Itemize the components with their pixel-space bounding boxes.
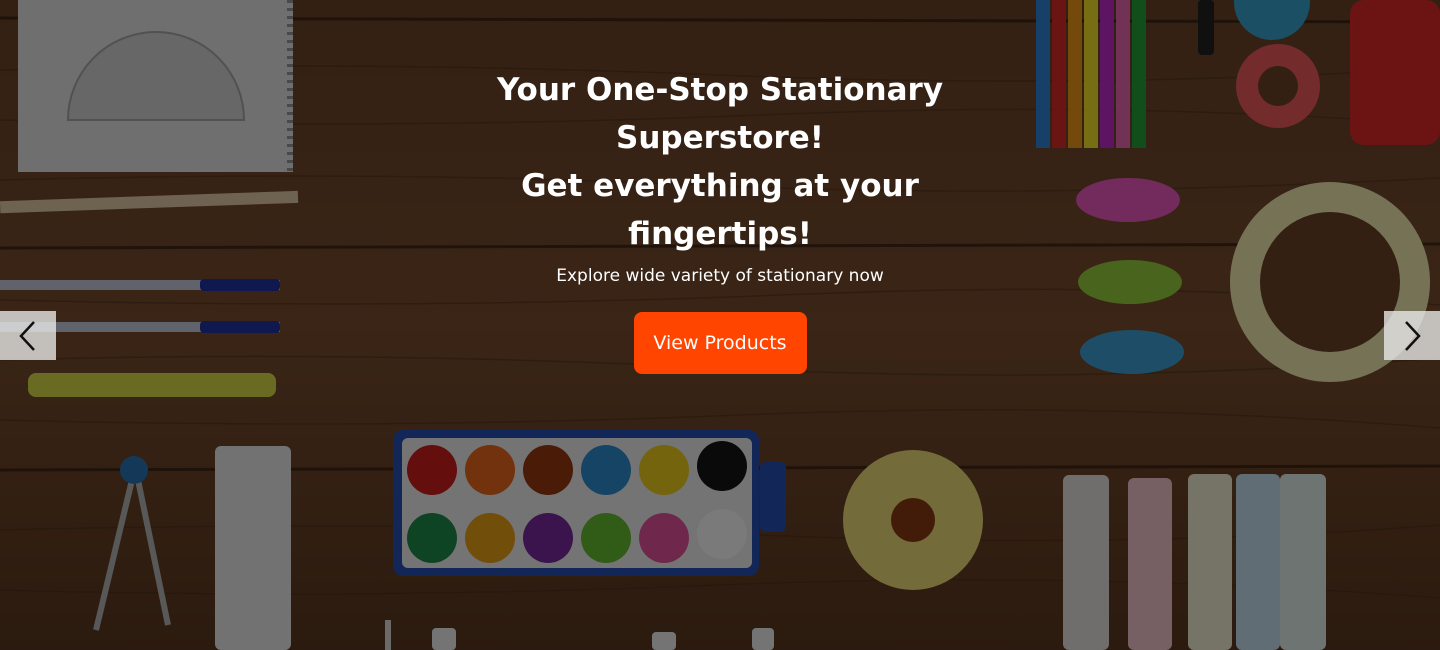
headline-line: Superstore! (616, 120, 824, 156)
carousel-next-button[interactable] (1384, 311, 1440, 360)
headline-line: Get everything at your (521, 168, 919, 204)
view-products-button[interactable]: View Products (633, 312, 807, 374)
hero-headline: Your One-Stop Stationary Superstore! Get… (490, 66, 950, 258)
headline-line: fingertips! (628, 216, 812, 252)
headline-line: Your One-Stop Stationary (496, 72, 944, 108)
chevron-left-icon (19, 320, 35, 351)
carousel-prev-button[interactable] (0, 311, 56, 360)
hero-content: Your One-Stop Stationary Superstore! Get… (0, 66, 1440, 374)
hero-carousel: Your One-Stop Stationary Superstore! Get… (0, 0, 1440, 650)
chevron-right-icon (1405, 320, 1421, 351)
hero-subheadline: Explore wide variety of stationary now (556, 266, 884, 286)
